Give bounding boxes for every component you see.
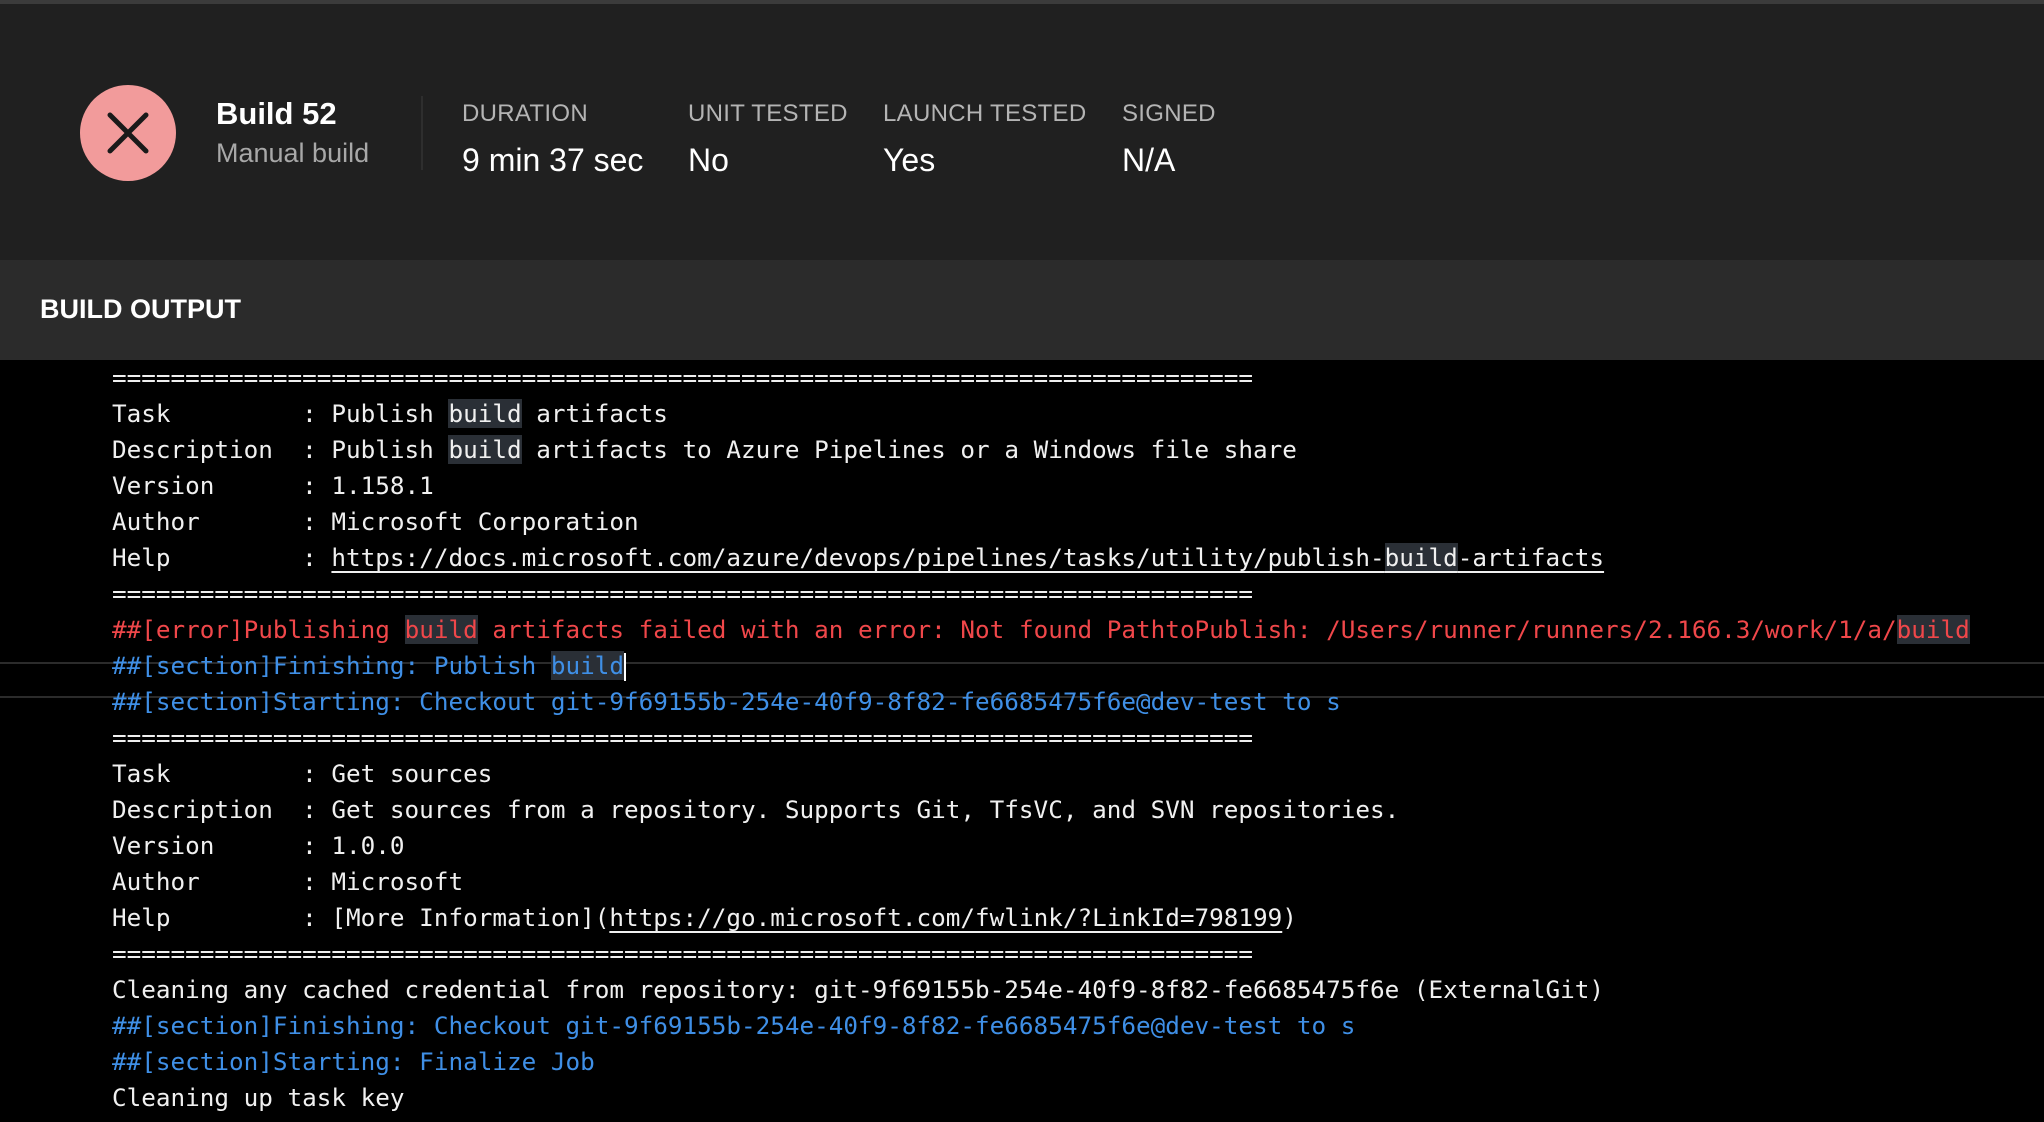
- log-line: ========================================…: [112, 363, 1253, 392]
- search-match: build: [550, 651, 624, 680]
- help-link[interactable]: https://docs.microsoft.com/azure/devops/…: [331, 543, 1604, 572]
- build-output-title: BUILD OUTPUT: [40, 294, 241, 324]
- log-line: Author : Microsoft: [112, 867, 464, 896]
- log-line: ##[section]Starting: Checkout git-9f6915…: [112, 687, 1341, 716]
- search-match: build: [404, 615, 478, 644]
- log-line: Task : Publish build artifacts: [112, 399, 668, 428]
- stat-label: UNIT TESTED: [688, 100, 848, 127]
- close-icon: [107, 112, 149, 154]
- stat-value: Yes: [883, 142, 936, 178]
- log-line: Version : 1.158.1: [112, 471, 434, 500]
- stat-value: 9 min 37 sec: [462, 142, 644, 178]
- log-line: Help : https://docs.microsoft.com/azure/…: [112, 543, 1605, 572]
- log-line: ##[section]Finishing: Checkout git-9f691…: [112, 1011, 1356, 1040]
- stat-launch-tested: LAUNCH TESTED Yes: [883, 100, 1087, 179]
- search-match: build: [448, 399, 522, 428]
- stat-unit-tested: UNIT TESTED No: [688, 100, 848, 179]
- stat-duration: DURATION 9 min 37 sec: [462, 100, 643, 179]
- build-summary-header: Build 52 Manual build DURATION 9 min 37 …: [0, 4, 2044, 260]
- build-type: Manual build: [216, 138, 370, 168]
- search-match: build: [1896, 615, 1970, 644]
- log-line: Cleaning any cached credential from repo…: [112, 975, 1605, 1004]
- stat-value: No: [688, 142, 729, 178]
- stat-signed: SIGNED N/A: [1122, 100, 1216, 179]
- build-title: Build 52: [216, 96, 337, 131]
- build-failed-status: [80, 85, 176, 181]
- stat-value: N/A: [1122, 142, 1176, 178]
- log-line: ##[error]Publishing build artifacts fail…: [112, 615, 1970, 644]
- stat-label: LAUNCH TESTED: [883, 100, 1087, 127]
- log-line: Description : Get sources from a reposit…: [112, 795, 1400, 824]
- build-log[interactable]: ##[section]Starting: Publish build======…: [0, 332, 2044, 1122]
- log-line: ##[section]Finishing: Publish build: [112, 651, 626, 681]
- log-line: Task : Get sources: [112, 759, 493, 788]
- stat-label: DURATION: [462, 100, 588, 127]
- stat-label: SIGNED: [1122, 100, 1216, 127]
- log-line: Description : Publish build artifacts to…: [112, 435, 1297, 464]
- log-line: Version : 1.0.0: [112, 831, 405, 860]
- build-output-header: BUILD OUTPUT: [0, 260, 2044, 360]
- log-line: ========================================…: [112, 579, 1253, 608]
- help-link[interactable]: https://go.microsoft.com/fwlink/?LinkId=…: [609, 903, 1282, 932]
- log-line: Help : [More Information](https://go.mic…: [112, 903, 1297, 932]
- log-line: ========================================…: [112, 939, 1253, 968]
- log-line: ========================================…: [112, 723, 1253, 752]
- text-caret: [623, 653, 626, 681]
- log-line: ##[section]Starting: Finalize Job: [112, 1047, 595, 1076]
- log-line: Cleaning up task key: [112, 1083, 405, 1112]
- log-line: Author : Microsoft Corporation: [112, 507, 639, 536]
- search-match: build: [1384, 543, 1458, 572]
- header-divider: [421, 96, 423, 170]
- search-match: build: [448, 435, 522, 464]
